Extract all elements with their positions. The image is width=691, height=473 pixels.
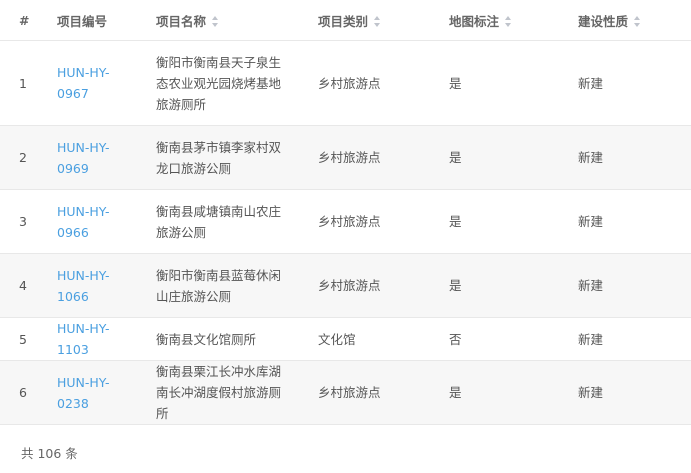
cell-code: HUN-HY-0966 xyxy=(38,189,137,254)
cell-nature: 新建 xyxy=(559,125,691,190)
project-code-link[interactable]: HUN-HY-0967 xyxy=(57,65,109,101)
project-code-link[interactable]: HUN-HY-0238 xyxy=(57,375,109,411)
cell-type: 乡村旅游点 xyxy=(299,125,430,190)
column-header-name-label: 项目名称 xyxy=(156,13,207,29)
table-row: 1 HUN-HY-0967 衡阳市衡南县天子泉生态农业观光园烧烤基地旅游厕所 乡… xyxy=(0,40,691,126)
column-header-name[interactable]: 项目名称 xyxy=(137,0,299,41)
total-count: 共 106 条 xyxy=(21,446,78,461)
cell-nature: 新建 xyxy=(559,253,691,318)
column-header-map-label: 地图标注 xyxy=(449,13,500,29)
cell-index: 4 xyxy=(0,253,38,318)
cell-code: HUN-HY-1066 xyxy=(38,253,137,318)
cell-type: 乡村旅游点 xyxy=(299,40,430,126)
column-header-index: # xyxy=(0,0,38,41)
project-code-link[interactable]: HUN-HY-0966 xyxy=(57,204,109,240)
table-row: 2 HUN-HY-0969 衡南县茅市镇李家村双龙口旅游公厕 乡村旅游点 是 新… xyxy=(0,125,691,190)
cell-name: 衡阳市衡南县天子泉生态农业观光园烧烤基地旅游厕所 xyxy=(137,40,299,126)
column-header-nature[interactable]: 建设性质 xyxy=(559,0,691,41)
sort-icon[interactable] xyxy=(212,15,219,27)
project-code-link[interactable]: HUN-HY-1066 xyxy=(57,268,109,304)
cell-name: 衡南县茅市镇李家村双龙口旅游公厕 xyxy=(137,125,299,190)
cell-name: 衡南县文化馆厕所 xyxy=(137,317,299,361)
header-row: # 项目编号 项目名称 项目类别 地图标注 建设性质 xyxy=(0,0,691,41)
column-header-index-label: # xyxy=(19,12,30,28)
cell-index: 1 xyxy=(0,40,38,126)
sort-icon[interactable] xyxy=(505,15,512,27)
cell-map: 否 xyxy=(430,317,559,361)
table-row: 5 HUN-HY-1103 衡南县文化馆厕所 文化馆 否 新建 xyxy=(0,317,691,361)
cell-code: HUN-HY-1103 xyxy=(38,317,137,361)
cell-type: 乡村旅游点 xyxy=(299,253,430,318)
cell-nature: 新建 xyxy=(559,360,691,425)
cell-map: 是 xyxy=(430,253,559,318)
column-header-type-label: 项目类别 xyxy=(318,13,369,29)
column-header-map[interactable]: 地图标注 xyxy=(430,0,559,41)
cell-nature: 新建 xyxy=(559,40,691,126)
cell-name: 衡南县栗江长冲水库湖南长冲湖度假村旅游厕所 xyxy=(137,360,299,425)
cell-code: HUN-HY-0967 xyxy=(38,40,137,126)
cell-nature: 新建 xyxy=(559,189,691,254)
cell-index: 6 xyxy=(0,360,38,425)
cell-name: 衡南县咸塘镇南山农庄旅游公厕 xyxy=(137,189,299,254)
table-row: 4 HUN-HY-1066 衡阳市衡南县蓝莓休闲山庄旅游公厕 乡村旅游点 是 新… xyxy=(0,253,691,318)
table-header: # 项目编号 项目名称 项目类别 地图标注 建设性质 xyxy=(0,0,691,41)
cell-code: HUN-HY-0238 xyxy=(38,360,137,425)
sort-icon[interactable] xyxy=(634,15,641,27)
cell-type: 乡村旅游点 xyxy=(299,360,430,425)
project-code-link[interactable]: HUN-HY-0969 xyxy=(57,140,109,176)
column-header-code: 项目编号 xyxy=(38,0,137,41)
project-code-link[interactable]: HUN-HY-1103 xyxy=(57,321,109,357)
cell-map: 是 xyxy=(430,189,559,254)
column-header-type[interactable]: 项目类别 xyxy=(299,0,430,41)
cell-map: 是 xyxy=(430,360,559,425)
column-header-nature-label: 建设性质 xyxy=(578,13,629,29)
cell-code: HUN-HY-0969 xyxy=(38,125,137,190)
project-table: # 项目编号 项目名称 项目类别 地图标注 建设性质 1 HUN-HY-0967… xyxy=(0,0,691,425)
cell-map: 是 xyxy=(430,125,559,190)
cell-type: 文化馆 xyxy=(299,317,430,361)
sort-icon[interactable] xyxy=(374,15,381,27)
cell-nature: 新建 xyxy=(559,317,691,361)
table-row: 3 HUN-HY-0966 衡南县咸塘镇南山农庄旅游公厕 乡村旅游点 是 新建 xyxy=(0,189,691,254)
cell-index: 2 xyxy=(0,125,38,190)
cell-type: 乡村旅游点 xyxy=(299,189,430,254)
cell-map: 是 xyxy=(430,40,559,126)
cell-index: 3 xyxy=(0,189,38,254)
table-body: 1 HUN-HY-0967 衡阳市衡南县天子泉生态农业观光园烧烤基地旅游厕所 乡… xyxy=(0,40,691,425)
table-row: 6 HUN-HY-0238 衡南县栗江长冲水库湖南长冲湖度假村旅游厕所 乡村旅游… xyxy=(0,360,691,425)
cell-index: 5 xyxy=(0,317,38,361)
cell-name: 衡阳市衡南县蓝莓休闲山庄旅游公厕 xyxy=(137,253,299,318)
column-header-code-label: 项目编号 xyxy=(57,13,108,29)
